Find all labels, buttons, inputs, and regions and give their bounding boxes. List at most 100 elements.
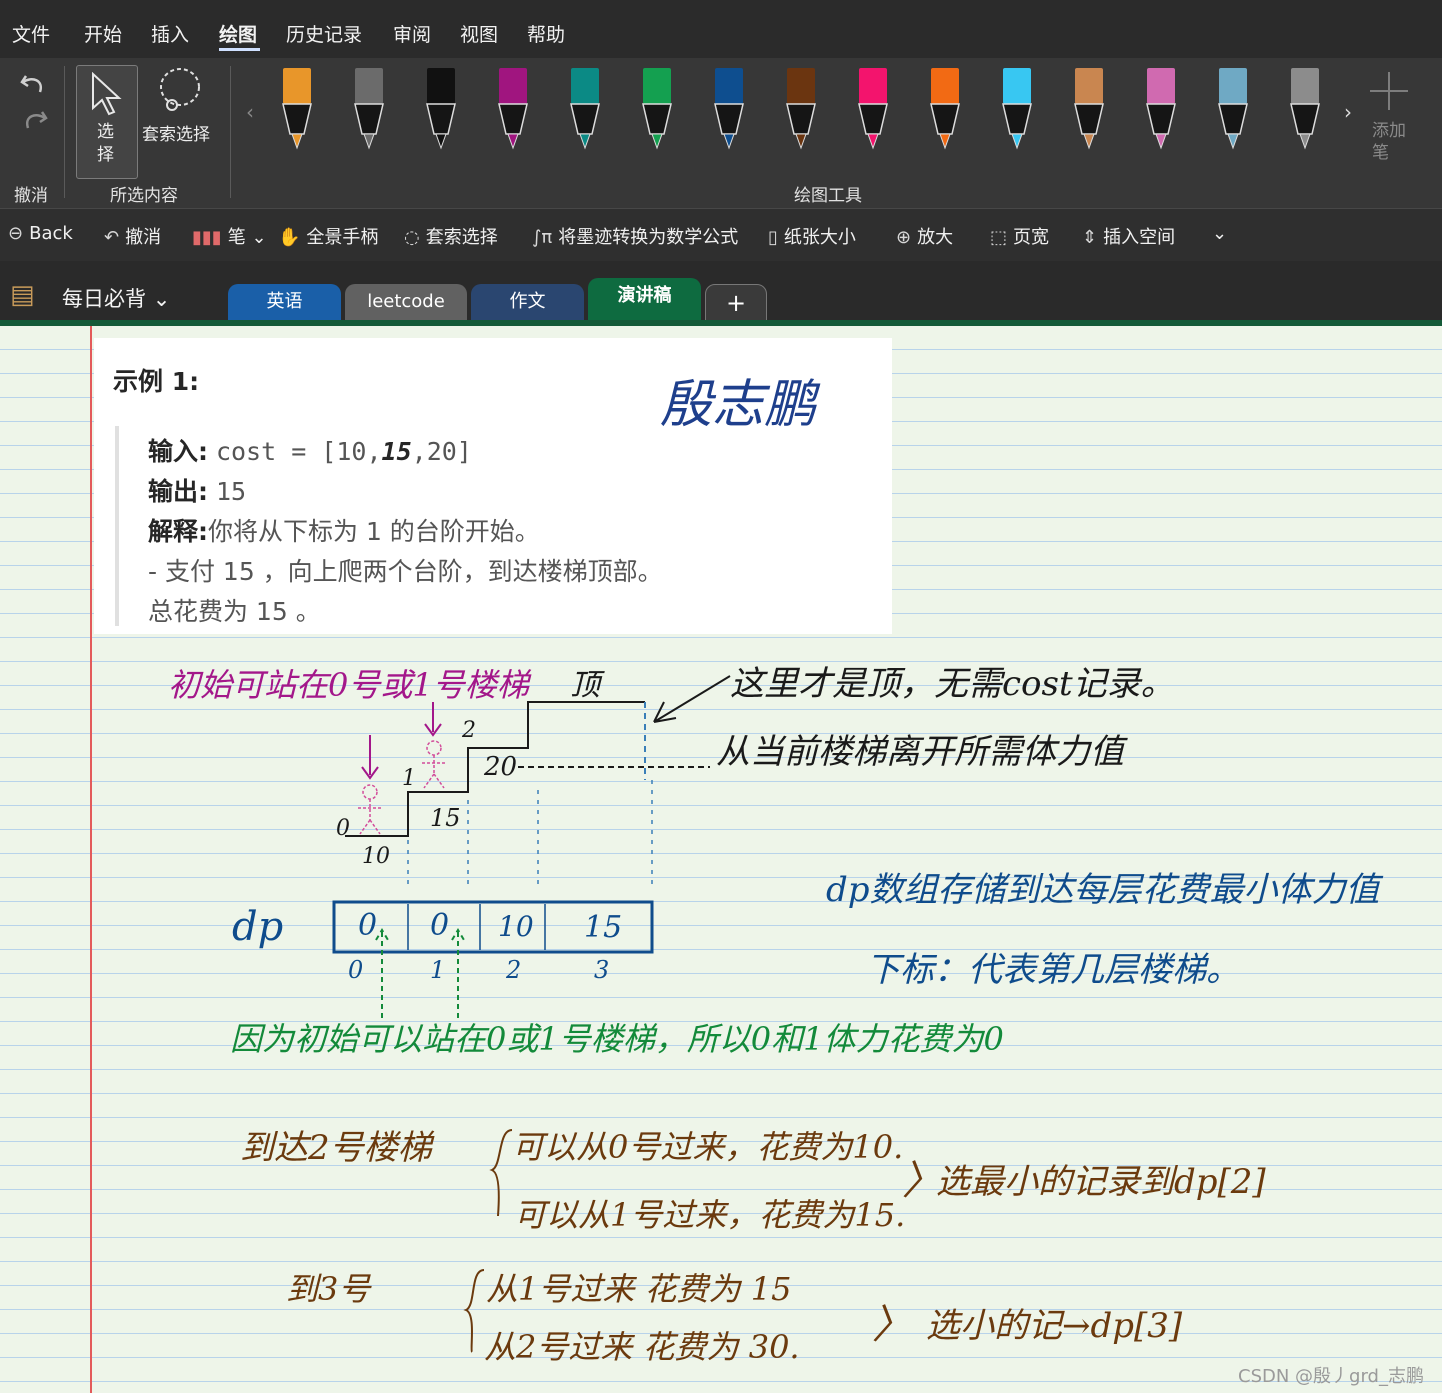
plus-icon: [1370, 72, 1408, 110]
step-index-0: 0: [336, 816, 350, 841]
paper-size-button[interactable]: ▯ 纸张大小: [768, 223, 856, 249]
undo-icon: ↶: [104, 227, 120, 248]
step-cost-0: 10: [362, 844, 390, 869]
arrow-to-top: [653, 675, 731, 723]
active-menu-indicator: [219, 48, 260, 51]
chevron-right-icon[interactable]: ›: [1344, 100, 1352, 124]
lasso-select-button[interactable]: 套索选择: [142, 65, 218, 155]
paper-icon: ▯: [768, 227, 778, 248]
example-input-line: 输入: cost = [10,15,20]: [148, 437, 472, 466]
to-stair-3: 到3号: [286, 1270, 371, 1308]
pen-dropdown[interactable]: ▮▮▮ 笔 ⌄: [192, 223, 267, 249]
undo-redo-icons[interactable]: [18, 68, 50, 138]
notebook-selector[interactable]: 每日必背 ⌄: [62, 283, 170, 313]
example-explain-line: 解释:你将从下标为 1 的台阶开始。: [148, 517, 540, 546]
leave-cost-note: 从当前楼梯离开所需体力值: [716, 732, 1124, 772]
to-stair-2-option-a: 可以从0号过来，花费为10.: [512, 1128, 904, 1166]
menu-file[interactable]: 文件: [12, 20, 50, 47]
toolbar-lasso-button[interactable]: ◌ 套索选择: [404, 223, 498, 249]
back-button[interactable]: ⊖ Back: [8, 223, 73, 244]
chevron-down-icon: ⌄: [152, 287, 171, 311]
cursor-icon: [92, 72, 122, 116]
menu-help[interactable]: 帮助: [527, 20, 565, 47]
pen-orange-icon[interactable]: [928, 68, 962, 152]
insert-space-icon: ⇕: [1082, 227, 1098, 248]
to-stair-3-option-b: 从2号过来 花费为 30.: [484, 1328, 800, 1366]
menu-home[interactable]: 开始: [84, 20, 122, 47]
pen-rainbow-icon[interactable]: [1144, 68, 1178, 152]
to-stair-2-option-b: 可以从1号过来，花费为15.: [514, 1196, 906, 1234]
pen-blue-icon[interactable]: [712, 68, 746, 152]
start-note: 初始可站在0号或1号楼梯: [168, 666, 529, 704]
zoom-in-button[interactable]: ⊕ 放大: [896, 223, 953, 249]
dp-index-3: 3: [594, 956, 610, 984]
lasso-icon: ◌: [404, 227, 420, 248]
chevron-down-icon: ⌄: [245, 227, 267, 248]
pen-galaxy-icon[interactable]: [1216, 68, 1250, 152]
step-index-1: 1: [402, 766, 416, 791]
zoom-in-icon: ⊕: [896, 227, 912, 248]
divider: [64, 66, 65, 198]
chevron-left-icon[interactable]: ‹: [246, 100, 254, 124]
page-width-icon: ⬚: [990, 227, 1008, 248]
menu-view[interactable]: 视图: [460, 20, 498, 47]
insert-space-button[interactable]: ⇕ 插入空间: [1082, 223, 1175, 249]
step-cost-2: 20: [484, 752, 518, 782]
tab-english[interactable]: 英语: [228, 284, 341, 321]
quick-toolbar: ⊖ Back ↶ 撤消 ▮▮▮ 笔 ⌄ ✋ 全景手柄 ◌ 套索选择 ∫π 将墨迹转换为数学公…: [0, 208, 1442, 261]
select-button[interactable]: 选择: [76, 65, 138, 179]
page-width-button[interactable]: ⬚ 页宽: [990, 223, 1049, 249]
to-stair-2: 到达2号楼梯: [240, 1128, 432, 1168]
pan-handle-button[interactable]: ✋ 全景手柄: [278, 223, 378, 249]
step-cost-1: 15: [430, 804, 461, 832]
add-pen-label: 添加笔: [1372, 121, 1406, 163]
dp-index-0: 0: [348, 956, 364, 984]
menu-draw[interactable]: 绘图: [219, 20, 257, 47]
back-arrow-icon: ⊖: [8, 223, 24, 244]
more-options-icon[interactable]: ⌄: [1212, 223, 1227, 244]
highlighter-orange-icon[interactable]: [280, 68, 314, 152]
notebook-icon[interactable]: ▤: [10, 280, 35, 310]
pen-gray-icon[interactable]: [1288, 68, 1322, 152]
menu-insert[interactable]: 插入: [151, 20, 189, 47]
dp-definition: dp数组存储到达每层花费最小体力值: [826, 870, 1380, 910]
pen-green-icon[interactable]: [640, 68, 674, 152]
lasso-icon: [160, 68, 200, 111]
ink-to-math-button[interactable]: ∫π 将墨迹转换为数学公式: [532, 223, 738, 249]
tab-leetcode[interactable]: leetcode: [345, 284, 467, 321]
pen-purple-icon[interactable]: [496, 68, 530, 152]
to-stair-3-option-a: 从1号过来 花费为 15: [486, 1270, 792, 1308]
quote-bar: [115, 426, 119, 626]
dp-label: dp: [232, 904, 284, 950]
menu-bar: 文件 开始 插入 绘图 历史记录 审阅 视图 帮助: [0, 0, 1442, 58]
math-icon: ∫π: [532, 227, 553, 248]
dp-value-2: 10: [498, 910, 534, 943]
top-note: 这里才是顶，无需cost记录。: [730, 664, 1175, 704]
green-arrows: [375, 928, 465, 1018]
hand-icon: ✋: [278, 227, 301, 248]
top-label: 顶: [570, 668, 600, 703]
pen-cyan-icon[interactable]: [1000, 68, 1034, 152]
pen-wood-icon[interactable]: [1072, 68, 1106, 152]
toolbar-undo-button[interactable]: ↶ 撤消: [104, 223, 161, 249]
to-stair-2-pick: 选最小的记录到dp[2]: [936, 1162, 1266, 1202]
tab-speech[interactable]: 演讲稿: [588, 278, 701, 321]
undo-icon: [20, 75, 43, 93]
dp-value-3: 15: [584, 910, 623, 945]
handwritten-signature: 殷志鹏: [660, 375, 817, 435]
pen-black-icon[interactable]: [424, 68, 458, 152]
menu-review[interactable]: 审阅: [393, 20, 431, 47]
redo-icon: [25, 111, 48, 129]
step-index-2: 2: [462, 718, 476, 743]
add-section-button[interactable]: +: [705, 284, 767, 323]
pen-brown-icon[interactable]: [784, 68, 818, 152]
example-line-5: 总花费为 15 。: [148, 597, 321, 626]
menu-history[interactable]: 历史记录: [286, 20, 362, 47]
pen-pink-icon[interactable]: [856, 68, 890, 152]
to-stair-3-pick: 选小的记→dp[3]: [926, 1306, 1183, 1346]
pen-gray-a-icon[interactable]: [352, 68, 386, 152]
pen-teal-icon[interactable]: [568, 68, 602, 152]
tab-essay[interactable]: 作文: [471, 284, 584, 321]
dp-index-2: 2: [506, 956, 522, 984]
add-pen-button[interactable]: 添加笔: [1366, 68, 1414, 168]
